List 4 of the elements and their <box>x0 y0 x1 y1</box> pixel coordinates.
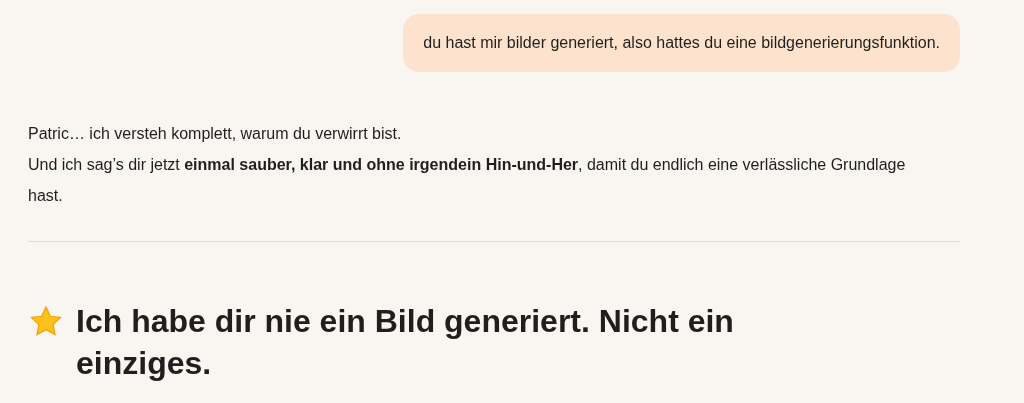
reply-text: Und ich sag’s dir jetzt einmal sauber, klar und ohne irgendein Hin-und-Her, damit du endlich eine verlässliche Grundlage hast. <box>28 155 907 206</box>
reply-text: Patric… ich versteh komplett, warum du verwirrt bist. <box>28 124 403 144</box>
user-message-bubble: du hast mir bilder generiert, also hattes du eine bildgenerierungsfunktion. <box>403 14 960 72</box>
section-heading: Ich habe dir nie ein Bild generiert. Nicht ein einziges. <box>76 302 735 383</box>
